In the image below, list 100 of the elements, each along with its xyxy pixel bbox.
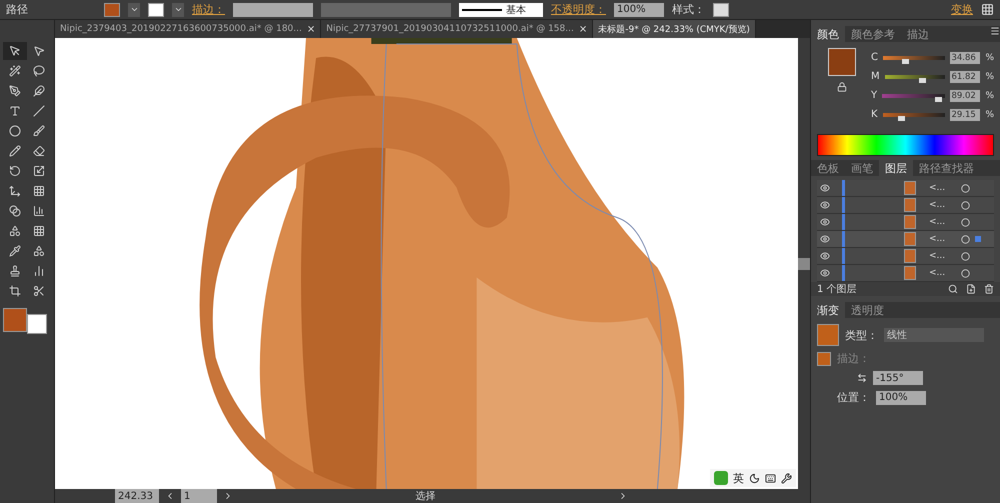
search-icon[interactable] [948,284,958,294]
channel-label: Y [871,90,878,101]
selection-indicator [975,236,981,242]
tool-button[interactable] [3,42,27,60]
layer-row[interactable]: <... [817,180,994,197]
stroke-color-swatch[interactable] [27,314,47,334]
panel-tab[interactable]: 颜色 [811,26,845,42]
position-field[interactable]: 100% [876,390,926,404]
layer-name: <... [928,251,946,261]
channel-value-field[interactable]: 29.15 [950,108,980,120]
opacity-link[interactable]: 不透明度： [551,2,606,17]
slider-thumb[interactable] [935,96,942,102]
type-label: 类型： [845,328,878,342]
keyboard-icon[interactable] [765,472,776,484]
slider-thumb[interactable] [902,58,909,64]
transform-link[interactable]: 变换 [951,2,973,17]
layer-name: <... [928,268,946,278]
style-swatch[interactable] [713,2,729,16]
dropdown-icon[interactable] [172,2,184,16]
vertical-scrollbar[interactable] [798,38,810,489]
panel-tab[interactable]: 颜色参考 [845,26,901,42]
visibility-icon[interactable] [820,251,830,261]
style-label: 样式： [672,2,705,17]
lock-icon [837,82,847,92]
layer-thumbnail [904,249,916,263]
blend-icon [9,205,21,217]
layer-thumbnail [904,215,916,229]
moon-icon[interactable] [749,472,760,484]
close-tab-button[interactable]: × [306,24,316,34]
document-tab[interactable]: Nipic_27737901_20190304110732511000.ai* @ 158... × [321,20,594,38]
stroke-swatch[interactable] [148,2,164,16]
panel-tab[interactable]: 渐变 [811,302,845,318]
stroke-profile-field[interactable]: 基本 [459,2,543,16]
layer-row[interactable]: <... [817,197,994,214]
scissors-icon [33,285,45,297]
layer-name: <... [928,200,946,210]
type-icon [9,105,21,117]
stroke-label: 描边： [837,351,870,366]
channel-value-field[interactable]: 89.02 [950,90,980,102]
artboard-field[interactable]: 1 [181,489,217,503]
angle-field[interactable]: -155° [873,371,923,385]
rotate-icon [9,165,21,177]
column-graph-icon [33,265,45,277]
delete-icon[interactable] [984,284,994,294]
layer-row[interactable]: <... [817,231,994,248]
color-spectrum[interactable] [817,134,994,156]
panel-menu-icon[interactable] [990,26,1000,36]
channel-label: K [871,109,878,120]
panel-tab[interactable]: 色板 [811,160,845,176]
object-type-label: 路径 [6,2,28,17]
slider-thumb[interactable] [919,78,926,82]
new-layer-icon[interactable] [966,284,976,294]
channel-value-field[interactable]: 34.86 [950,52,980,64]
panel-tab[interactable]: 画笔 [845,160,879,176]
line-icon [33,105,45,117]
percent-unit: % [985,52,994,62]
fill-swatch[interactable] [104,2,120,16]
settings-icon[interactable] [781,472,792,484]
zoom-field[interactable]: 242.33 [115,489,159,503]
fill-color-swatch[interactable] [3,308,27,332]
layer-thumbnail [904,181,916,195]
gradient-type-dropdown[interactable]: 线性 [884,328,984,342]
lasso-icon [33,65,45,77]
ellipse-icon [9,125,21,137]
layer-row[interactable]: <... [817,214,994,231]
layer-thumbnail [904,266,916,280]
stroke-weight-field[interactable] [233,2,313,16]
visibility-icon[interactable] [820,200,830,210]
variable-width-field[interactable] [321,2,451,16]
magic-wand-icon [9,65,21,77]
channel-label: C [871,52,878,63]
visibility-icon[interactable] [820,217,830,227]
layer-count: 1 个图层 [817,283,857,296]
layer-row[interactable]: <... [817,248,994,265]
layer-row[interactable]: <... [817,265,994,282]
shape-builder-icon [9,225,21,237]
panel-tab[interactable]: 图层 [879,160,913,176]
visibility-icon[interactable] [820,234,830,244]
curvature-pen-icon [33,85,45,97]
dropdown-icon[interactable] [128,2,140,16]
channel-value-field[interactable]: 61.82 [950,70,980,82]
panel-tab[interactable]: 透明度 [845,302,890,318]
close-tab-button[interactable]: × [578,24,588,34]
visibility-icon[interactable] [820,183,830,193]
stamp-icon [9,265,21,277]
slider-thumb[interactable] [898,116,905,120]
visibility-icon[interactable] [820,268,830,278]
language-toggle[interactable]: 英 [733,470,744,486]
layer-thumbnail [904,198,916,212]
panel-tab[interactable]: 描边 [901,26,935,42]
opacity-field[interactable]: 100% [614,2,664,16]
channel-label: M [871,71,880,82]
eyedropper-icon [9,245,21,257]
document-tab[interactable]: Nipic_2379403_20190227163600735000.ai* @ 180... × [55,20,322,38]
stroke-link[interactable]: 描边： [192,2,225,17]
bar-graph-icon [33,205,45,217]
document-tab[interactable]: 未标题-9* @ 242.33% (CMYK/预览) [593,20,756,38]
panel-tab[interactable]: 路径查找器 [913,160,980,176]
position-label: 位置： [837,390,870,405]
pen-icon [9,85,21,97]
